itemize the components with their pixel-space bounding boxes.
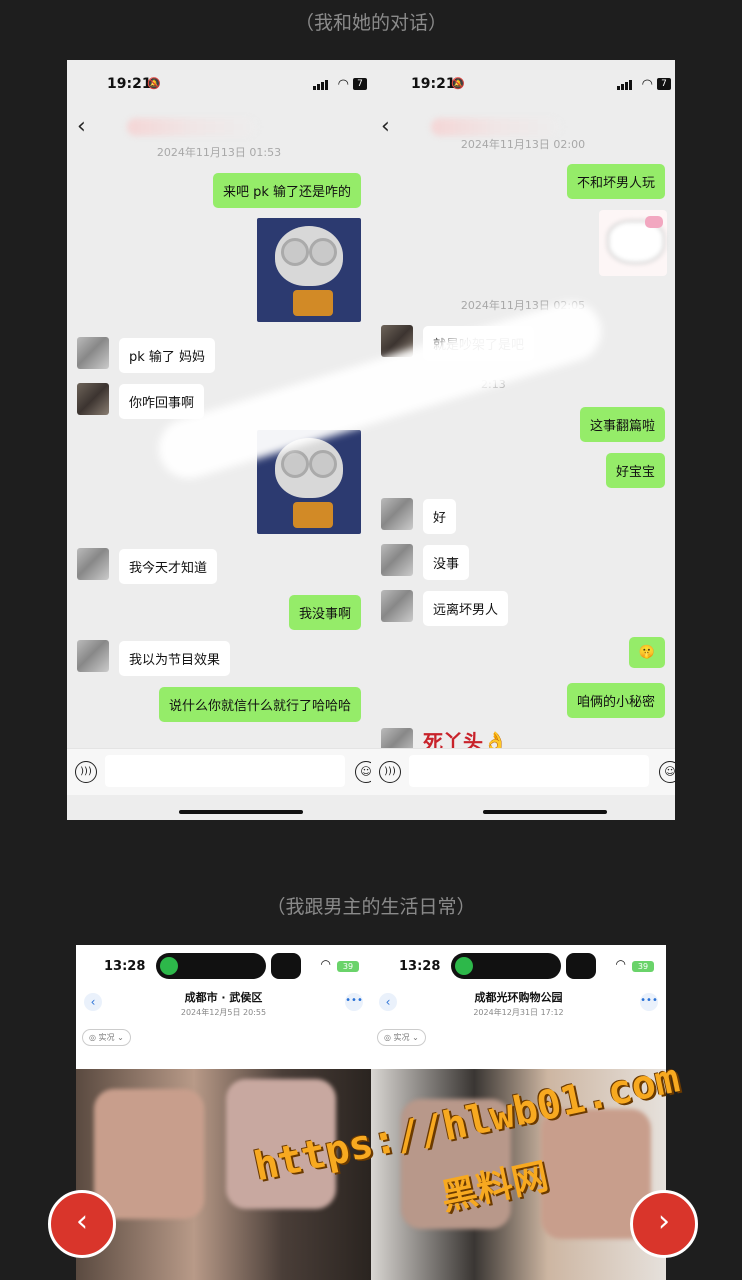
app-icon [271,953,301,979]
mute-icon: 🔕 [451,77,465,90]
voice-icon[interactable]: ))) [379,761,401,783]
wifi-icon: ◠ [615,957,626,971]
voice-icon[interactable]: ))) [75,761,97,783]
signal-icon [313,80,329,90]
home-indicator [179,810,303,814]
message-bubble-in[interactable]: 远离坏男人 [423,591,509,626]
contact-name-redacted [431,118,561,136]
photo-location: 成都光环购物公园 [474,991,563,1004]
timestamp: 2024年11月13日 01:53 [156,146,282,159]
photo-screenshot-left: 13:28 ◠ 39 ‹ 成都市 · 武侯区 2024年12月5日 20:55 … [76,945,371,1280]
more-icon[interactable]: ••• [345,993,363,1011]
message-input[interactable] [105,755,345,787]
more-icon[interactable]: ••• [640,993,658,1011]
battery-icon: 39 [632,961,654,972]
emoji-icon[interactable]: ☺ [659,761,675,783]
timestamp: 2024年11月13日 02:00 [460,138,586,151]
emoji-icon[interactable]: ☺ [355,761,371,783]
message-bubble-in[interactable]: 好 [423,499,457,534]
battery-icon: 7 [657,78,671,90]
prev-button[interactable]: ‹ [48,1190,116,1258]
avatar[interactable] [381,498,413,530]
input-bar: ))) ☺ [371,748,675,795]
message-bubble-out[interactable]: 说什么你就信什么就行了哈哈哈 [158,687,361,722]
message-bubble-in[interactable]: 我以为节目效果 [119,641,231,676]
chat-header: ‹ [67,112,371,148]
caption-daily-life: （我跟男主的生活日常） [266,896,476,918]
avatar[interactable] [381,544,413,576]
avatar[interactable] [77,548,109,580]
dynamic-island [156,953,266,979]
live-photo-tag[interactable]: ◎ 实况 ⌄ [82,1029,131,1046]
avatar[interactable] [77,640,109,672]
wifi-icon: ◠ [320,957,331,971]
avatar[interactable] [77,337,109,369]
message-bubble-in[interactable]: pk 输了 妈妈 [119,338,216,373]
message-bubble-out[interactable]: 来吧 pk 输了还是咋的 [212,173,361,208]
message-bubble-out[interactable]: 我没事啊 [288,595,361,630]
cat-sticker[interactable] [599,210,667,276]
wifi-icon: ◠ [337,77,349,92]
message-bubble-out[interactable]: 不和坏男人玩 [566,164,665,199]
blurred-face [94,1089,204,1219]
status-bar: 19:21 🔕 ◠ 7 [371,60,675,112]
mute-icon: 🔕 [147,77,161,90]
message-bubble-in[interactable]: 没事 [423,545,470,580]
avatar[interactable] [381,590,413,622]
avatar[interactable] [77,383,109,415]
dynamic-island [451,953,561,979]
photo-date: 2024年12月31日 17:12 [473,1008,564,1017]
battery-icon: 7 [353,78,367,90]
message-input[interactable] [409,755,649,787]
live-photo-tag[interactable]: ◎ 实况 ⌄ [377,1029,426,1046]
status-time: 19:21 [107,76,152,92]
wifi-icon: ◠ [641,77,653,92]
next-button[interactable]: › [630,1190,698,1258]
input-bar: ))) ☺ [67,748,371,795]
message-bubble-out[interactable]: 咱俩的小秘密 [566,683,665,718]
status-time: 13:28 [104,959,146,974]
caption-conversation: （我和她的对话） [294,12,447,34]
message-bubble-out[interactable]: 🤫 [628,637,665,668]
timestamp: 2024年11月13日 02:05 [460,299,586,312]
app-icon [566,953,596,979]
battery-icon: 39 [337,961,359,972]
contact-name-redacted [127,118,257,136]
photo-date: 2024年12月5日 20:55 [180,1008,267,1017]
status-time: 13:28 [399,959,441,974]
home-indicator [483,810,607,814]
mouse-sticker[interactable] [257,218,361,322]
message-bubble-in[interactable]: 我今天才知道 [119,549,218,584]
message-bubble-out[interactable]: 这事翻篇啦 [579,407,665,442]
signal-icon [617,80,633,90]
message-bubble-in[interactable]: 你咋回事啊 [119,384,205,419]
photo-location: 成都市 · 武侯区 [184,991,263,1004]
status-bar: 19:21 🔕 ◠ 7 [67,60,371,112]
back-icon[interactable]: ‹ [77,114,86,139]
chat-screenshot-right: 19:21 🔕 ◠ 7 ‹ 2024年11月13日 02:00 不和坏男人玩 2… [371,60,675,820]
status-time: 19:21 [411,76,456,92]
message-bubble-out[interactable]: 好宝宝 [605,453,665,488]
